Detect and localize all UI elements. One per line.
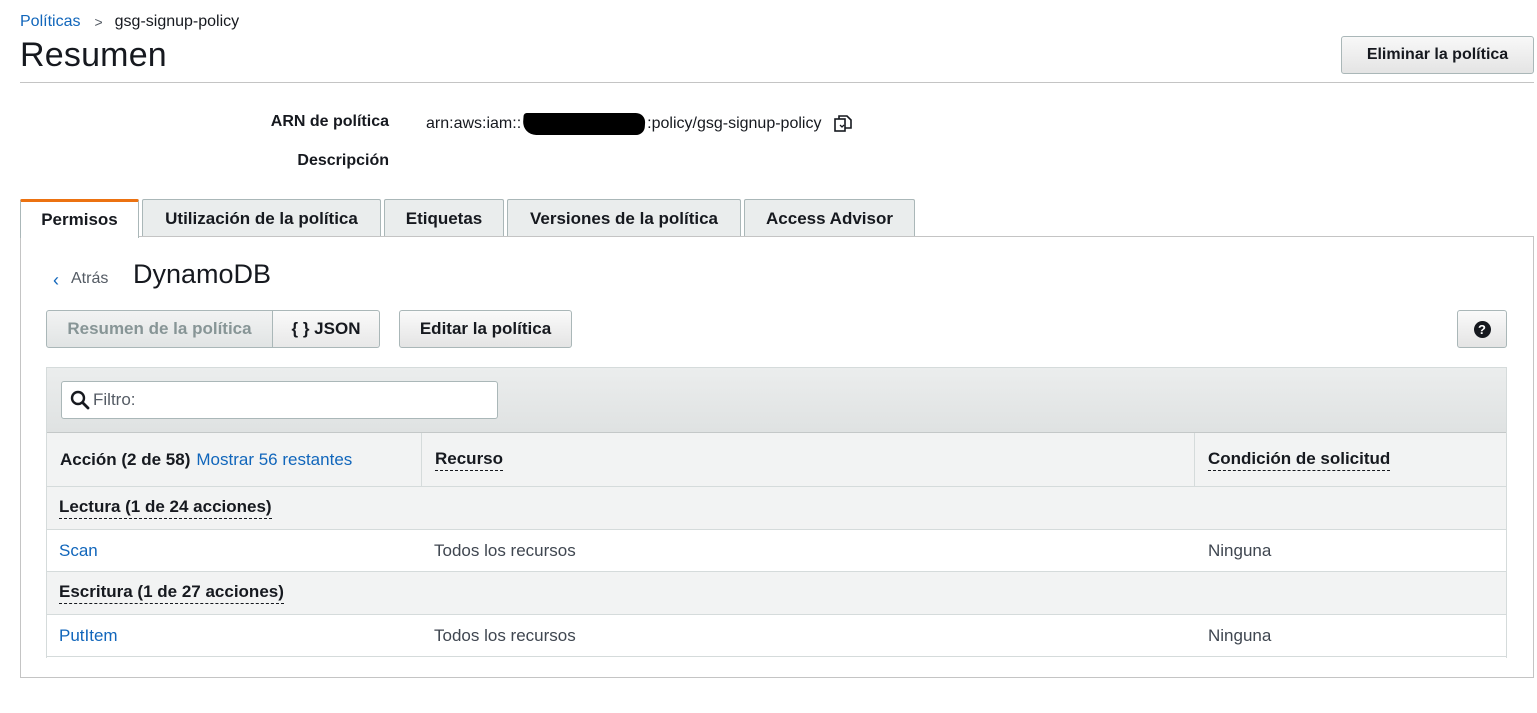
action-count-label: Acción (2 de 58) <box>60 450 191 469</box>
arn-label: ARN de política <box>270 113 389 130</box>
show-remaining-link[interactable]: Mostrar 56 restantes <box>196 450 352 470</box>
back-label: Atrás <box>71 269 109 287</box>
arn-value: arn:aws:iam:: :policy/gsg-signup-policy <box>426 113 853 135</box>
json-button[interactable]: { } JSON <box>273 310 380 348</box>
resource-cell: Todos los recursos <box>434 541 576 560</box>
policy-summary-button[interactable]: Resumen de la política <box>46 310 273 348</box>
tab-policy-versions[interactable]: Versiones de la política <box>507 199 741 237</box>
resource-header-label: Recurso <box>435 449 504 471</box>
group-row-read: Lectura (1 de 24 acciones) <box>47 487 1506 530</box>
group-label[interactable]: Lectura (1 de 24 acciones) <box>59 497 272 519</box>
filter-input[interactable] <box>93 390 493 410</box>
tab-policy-usage[interactable]: Utilización de la política <box>142 199 381 237</box>
table-row: Scan Todos los recursos Ninguna <box>47 530 1506 572</box>
edit-policy-button[interactable]: Editar la política <box>399 310 572 348</box>
condition-cell: Ninguna <box>1208 541 1272 560</box>
tab-access-advisor[interactable]: Access Advisor <box>744 199 915 237</box>
breadcrumb-current: gsg-signup-policy <box>114 13 240 30</box>
column-header-resource[interactable]: Recurso <box>422 433 1195 487</box>
arn-prefix: arn:aws:iam:: <box>426 115 522 132</box>
filter-field[interactable] <box>61 381 498 419</box>
description-label: Descripción <box>297 152 389 169</box>
tab-tags[interactable]: Etiquetas <box>384 199 504 237</box>
group-label[interactable]: Escritura (1 de 27 acciones) <box>59 582 284 604</box>
page-title: Resumen <box>20 36 167 74</box>
help-icon: ? <box>1473 320 1491 338</box>
delete-policy-button[interactable]: Eliminar la política <box>1341 36 1534 74</box>
column-header-condition[interactable]: Condición de solicitud <box>1195 433 1506 487</box>
search-icon <box>70 390 90 410</box>
arn-suffix: :policy/gsg-signup-policy <box>647 115 822 132</box>
breadcrumb: Políticas > gsg-signup-policy <box>20 13 239 31</box>
copy-icon[interactable] <box>833 114 853 134</box>
view-toggle: Resumen de la política { } JSON <box>46 310 380 348</box>
help-button[interactable]: ? <box>1457 310 1507 348</box>
table-row: PutItem Todos los recursos Ninguna <box>47 615 1506 657</box>
resource-cell: Todos los recursos <box>434 626 576 645</box>
title-divider <box>20 82 1534 83</box>
filter-bar <box>47 368 1506 433</box>
condition-cell: Ninguna <box>1208 626 1272 645</box>
breadcrumb-link-policies[interactable]: Políticas <box>20 13 80 31</box>
back-link[interactable]: ‹ Atrás <box>53 268 109 291</box>
tab-permissions[interactable]: Permisos <box>20 199 139 238</box>
action-link[interactable]: PutItem <box>59 615 118 657</box>
redacted-account-id <box>522 113 646 135</box>
group-row-write: Escritura (1 de 27 acciones) <box>47 572 1506 615</box>
tab-bar: Permisos Utilización de la política Etiq… <box>20 199 918 238</box>
column-header-action: Acción (2 de 58) Mostrar 56 restantes <box>47 433 422 487</box>
service-title: DynamoDB <box>133 259 272 289</box>
table-header: Acción (2 de 58) Mostrar 56 restantes Re… <box>47 433 1506 487</box>
condition-header-label: Condición de solicitud <box>1208 449 1391 471</box>
permissions-table: Acción (2 de 58) Mostrar 56 restantes Re… <box>46 367 1507 658</box>
breadcrumb-separator: > <box>94 14 103 30</box>
action-link[interactable]: Scan <box>59 530 98 572</box>
chevron-left-icon: ‹ <box>53 270 59 290</box>
